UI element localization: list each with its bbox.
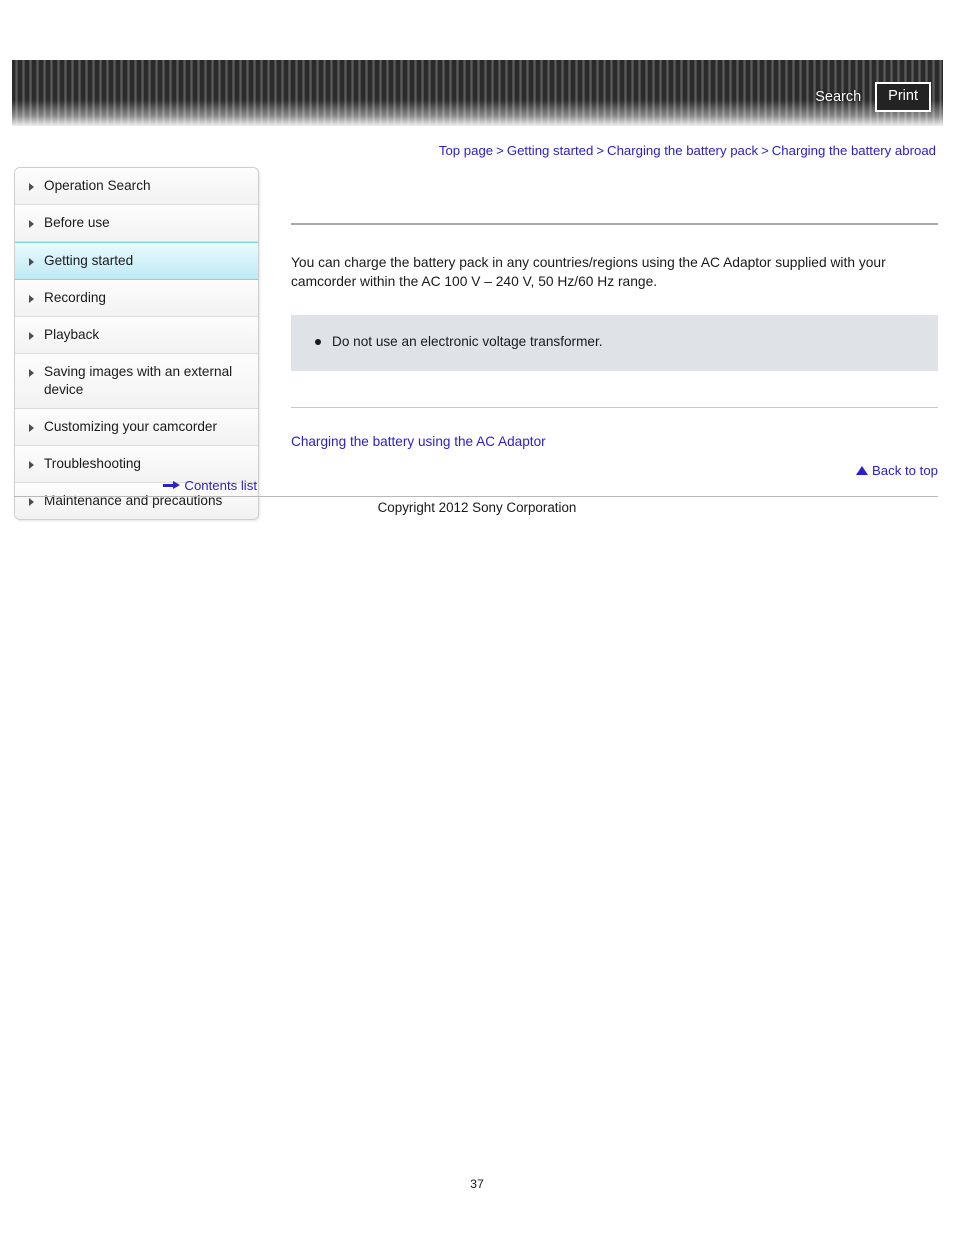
body-paragraph: You can charge the battery pack in any c… [291,255,886,289]
related-topic-link[interactable]: Charging the battery using the AC Adapto… [291,434,546,449]
breadcrumb-item-getting-started[interactable]: Getting started [507,143,594,158]
breadcrumb-separator: > [596,143,605,158]
contents-list-link[interactable]: Contents list [184,478,257,493]
sidebar-item-operation-search[interactable]: Operation Search [15,168,258,205]
page-number: 37 [470,1177,484,1191]
sidebar-item-label: Saving images with an external device [44,364,233,397]
sidebar-item-customizing-your-camcorder[interactable]: Customizing your camcorder [15,409,258,446]
triangle-right-icon [29,295,34,303]
breadcrumb-item-charging-the-battery-pack[interactable]: Charging the battery pack [607,143,758,158]
breadcrumb-separator: > [496,143,504,158]
sidebar-item-before-use[interactable]: Before use [15,205,258,242]
sidebar-item-label: Before use [44,215,110,230]
triangle-right-icon [29,424,34,432]
sidebar: Operation Search Before use Getting star… [14,167,259,520]
triangle-right-icon [29,332,34,340]
breadcrumb-separator: > [761,143,769,158]
breadcrumb-item-charging-the-battery-abroad[interactable]: Charging the battery abroad [772,143,936,158]
sidebar-item-getting-started[interactable]: Getting started [15,242,258,280]
note-list-item: Do not use an electronic voltage transfo… [311,333,918,351]
sidebar-item-label: Getting started [44,253,134,268]
content-top-divider [291,223,938,225]
breadcrumb: Top page > Getting started > Charging the ba… [439,143,936,158]
content-mid-divider [291,407,938,408]
breadcrumb-item-top-page[interactable]: Top page [439,143,493,158]
triangle-right-icon [29,220,34,228]
sidebar-item-label: Customizing your camcorder [44,419,218,434]
contents-list: Contents list [14,478,257,493]
copyright-text: Copyright 2012 Sony Corporation [377,500,577,515]
arrow-right-icon [163,481,181,490]
sidebar-item-saving-images-with-an-external-device[interactable]: Saving images with an external device [15,354,258,409]
print-button[interactable]: Print [875,82,931,112]
sidebar-item-recording[interactable]: Recording [15,280,258,317]
sidebar-item-label: Recording [44,290,106,305]
triangle-right-icon [29,258,34,266]
header-banner: Search Print [12,60,943,126]
back-to-top-link[interactable]: Back to top [872,463,938,478]
header-tools: Search Print [815,82,931,112]
main-content: You can charge the battery pack in any c… [291,167,938,478]
triangle-right-icon [29,461,34,469]
search-button[interactable]: Search [815,89,861,105]
footer-divider [14,496,938,497]
note-box: Do not use an electronic voltage transfo… [291,315,938,371]
triangle-up-icon [856,466,869,475]
triangle-right-icon [29,183,34,191]
triangle-right-icon [29,369,34,377]
sidebar-item-label: Playback [44,327,100,342]
sidebar-item-label: Operation Search [44,178,151,193]
sidebar-item-label: Troubleshooting [44,456,141,471]
sidebar-item-playback[interactable]: Playback [15,317,258,354]
back-to-top: Back to top [291,463,938,478]
note-list: Do not use an electronic voltage transfo… [311,333,918,351]
